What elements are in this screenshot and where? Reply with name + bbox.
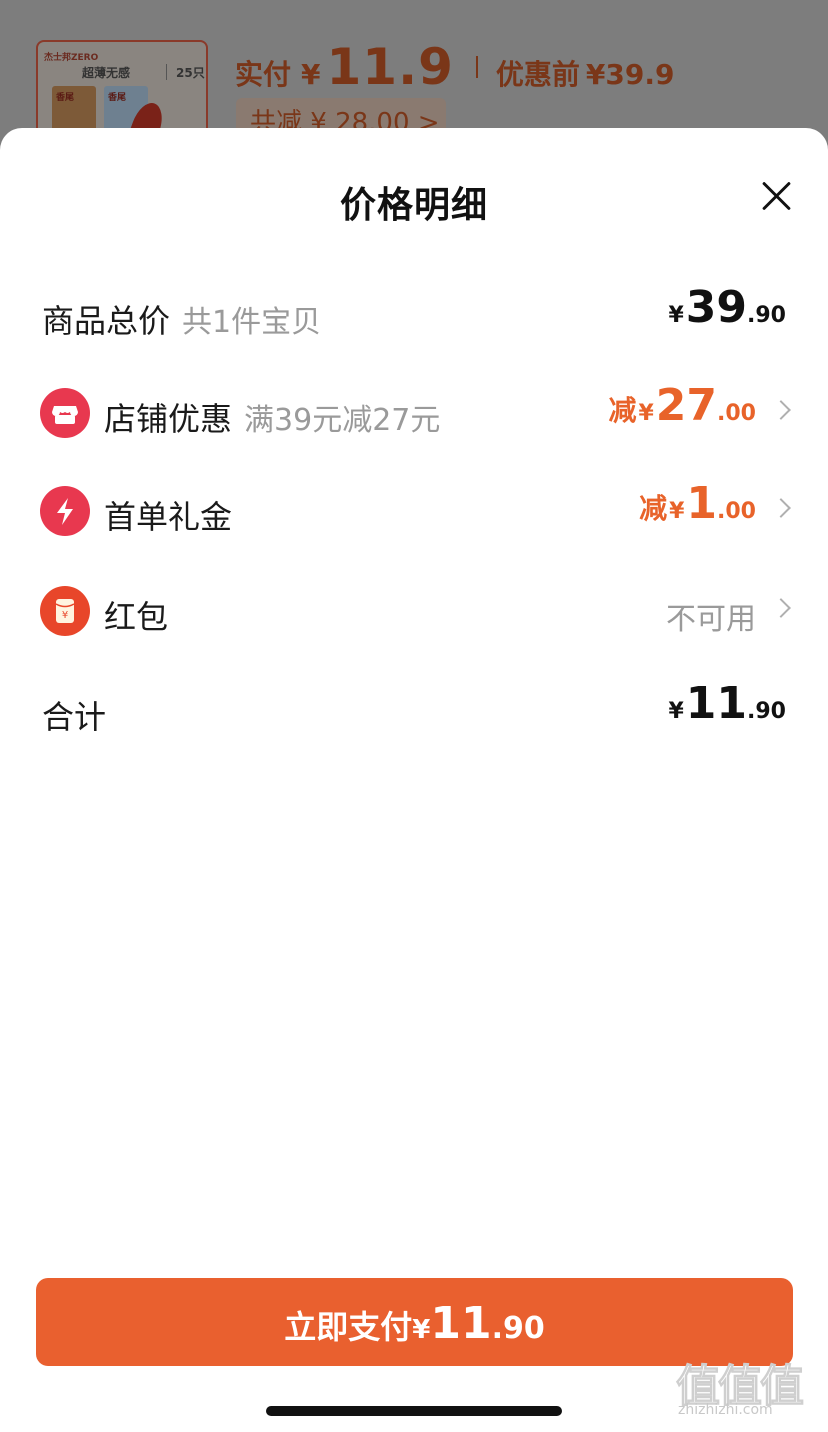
row-label: 合计 (42, 698, 107, 736)
row-label: 红包 (104, 598, 169, 636)
home-indicator (266, 1406, 562, 1416)
watermark: 值值值 zhizhizhi.com (676, 1350, 822, 1426)
original-label: 优惠前 (495, 58, 580, 91)
store-discount-amount: 减 ¥27.00 (608, 380, 756, 431)
close-icon[interactable] (754, 174, 798, 218)
paid-price: 实付 ¥ 11.9 优惠前 ¥39.9 (235, 38, 674, 96)
sheet-title: 价格明细 (339, 185, 488, 226)
thumbnail-title: 超薄无感 (82, 66, 131, 80)
paid-value: 11.9 (326, 38, 454, 96)
paid-label: 实付 (235, 58, 292, 91)
red-envelope-status: 不可用 (666, 602, 756, 637)
row-red-envelope[interactable]: ¥ 红包 不可用 (0, 570, 828, 650)
row-label: 店铺优惠 (104, 400, 233, 438)
pack-label: 香尾 (56, 93, 75, 103)
watermark-url: zhizhizhi.com (678, 1402, 773, 1418)
row-first-order-gift[interactable]: 首单礼金 减 ¥1.00 (0, 470, 828, 550)
row-goods-total: 商品总价 共1件宝贝 ¥39.90 (0, 274, 828, 354)
row-label: 首单礼金 (104, 498, 233, 536)
pay-button-label: 立即支付 (284, 1308, 413, 1346)
pack-label: 香尾 (108, 93, 127, 103)
thumbnail-brand: 杰士邦ZERO (44, 53, 99, 63)
row-sublabel: 共1件宝贝 (182, 305, 322, 340)
grand-total-amount: ¥11.90 (668, 678, 786, 729)
thumbnail-divider (166, 64, 167, 80)
price-divider (475, 56, 478, 78)
svg-text:¥: ¥ (62, 610, 68, 621)
first-order-gift-amount: 减 ¥1.00 (639, 478, 756, 529)
lightning-icon (40, 486, 90, 536)
row-label: 商品总价 (42, 302, 171, 340)
original-price: ¥39.9 (585, 58, 675, 91)
goods-total-amount: ¥39.90 (668, 282, 786, 333)
chevron-right-icon (771, 400, 791, 420)
chevron-right-icon (771, 598, 791, 618)
store-icon (40, 388, 90, 438)
row-sublabel: 满39元减27元 (244, 403, 441, 438)
row-store-discount[interactable]: 店铺优惠 满39元减27元 减 ¥27.00 (0, 372, 828, 452)
thumbnail-count: 25只 (176, 66, 205, 80)
chevron-right-icon (771, 498, 791, 518)
row-grand-total: 合计 ¥11.90 (0, 670, 828, 750)
price-detail-sheet: 价格明细 商品总价 共1件宝贝 ¥39.90 店铺优惠 满39元减27元 减 ¥27.… (0, 128, 828, 1432)
paid-yen: ¥ (301, 58, 321, 91)
red-envelope-icon: ¥ (40, 586, 90, 636)
